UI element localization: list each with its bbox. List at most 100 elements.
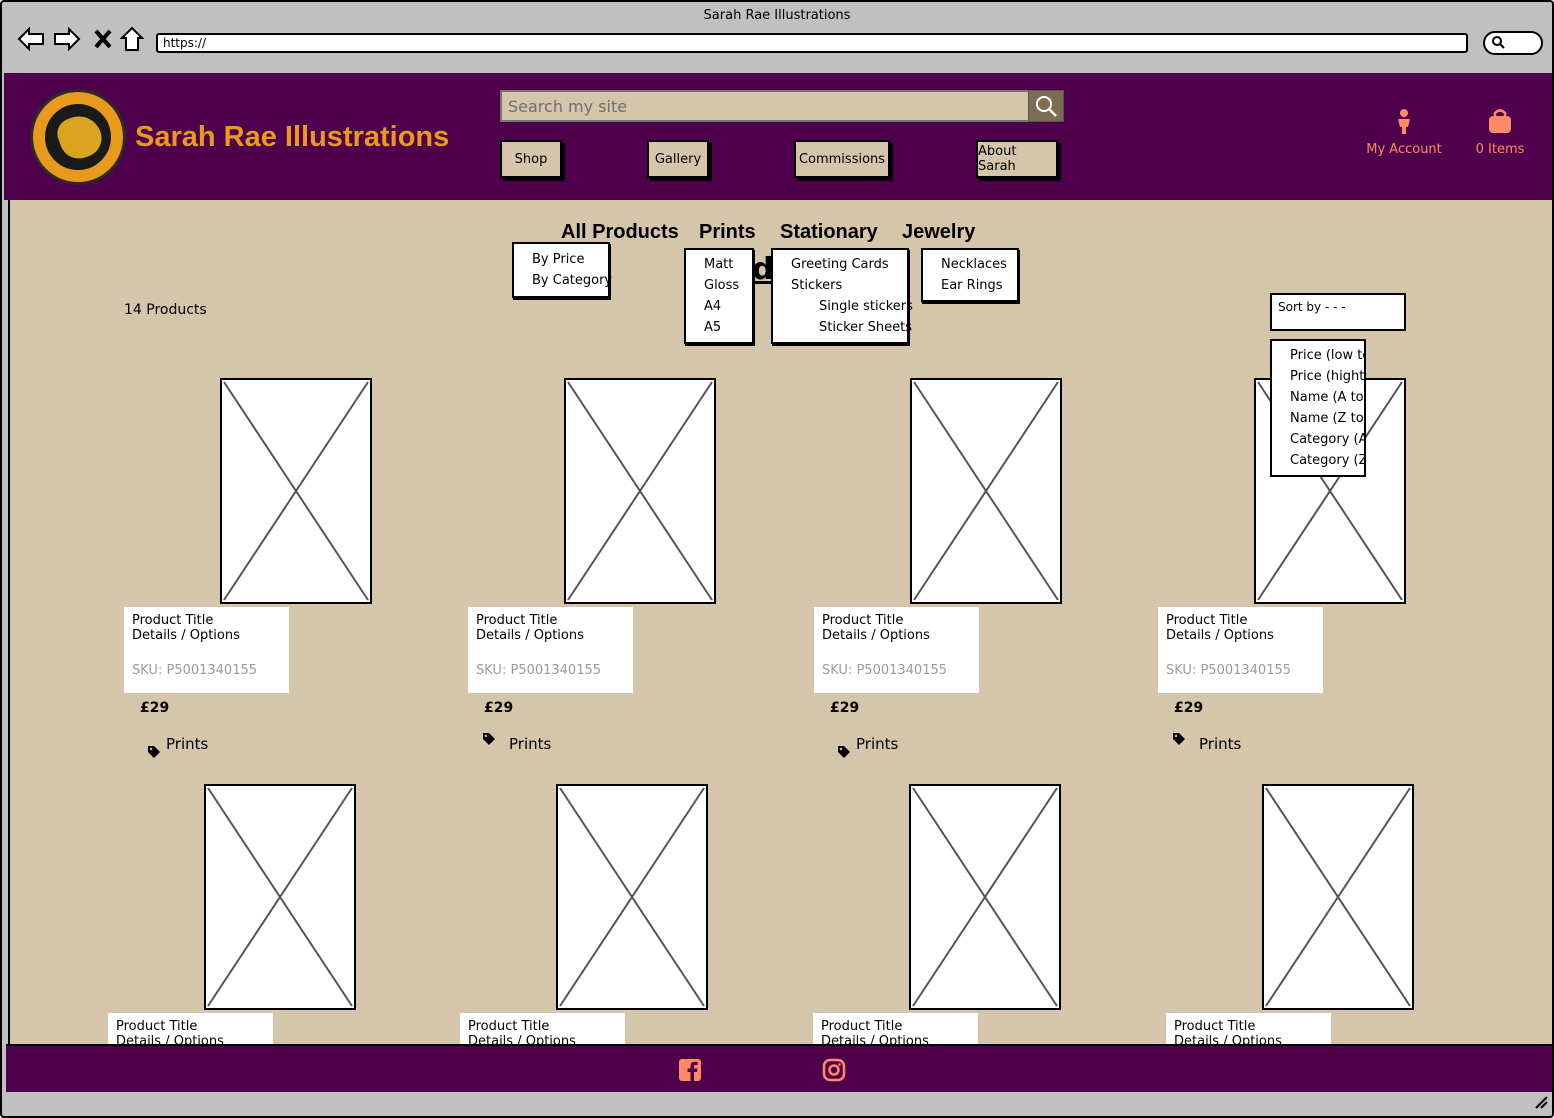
product-title: Product Title: [132, 613, 214, 628]
url-bar[interactable]: https://: [156, 33, 1468, 53]
product-image-placeholder[interactable]: [909, 784, 1061, 1010]
product-card-info[interactable]: Product Title Details / Options SKU: P50…: [124, 607, 289, 693]
product-card-info[interactable]: Product Title Details / Options SKU: P50…: [814, 607, 979, 693]
menu-item-necklaces[interactable]: Necklaces: [941, 254, 1017, 275]
nav-gallery-button[interactable]: Gallery: [647, 140, 709, 178]
search-icon: [1036, 96, 1057, 117]
product-tag-link[interactable]: Prints: [509, 735, 551, 753]
product-title: Product Title: [468, 1019, 550, 1034]
close-icon[interactable]: [88, 24, 118, 54]
browser-window: Sarah Rae Illustrations https:// Sarah R…: [0, 0, 1554, 1118]
shopping-bag-icon: [1489, 109, 1511, 133]
product-image-placeholder[interactable]: [220, 378, 372, 604]
product-image-placeholder[interactable]: [564, 378, 716, 604]
product-card-info[interactable]: Product Title Details / Options SKU: P50…: [1158, 607, 1323, 693]
menu-item-a4[interactable]: A4: [704, 296, 752, 317]
menu-item-gloss[interactable]: Gloss: [704, 275, 752, 296]
facebook-icon[interactable]: [678, 1058, 702, 1082]
tag-icon: [838, 746, 850, 758]
window-title: Sarah Rae Illustrations: [703, 8, 851, 23]
product-card-info[interactable]: Product Title Details / Options: [108, 1013, 273, 1044]
browser-search-field[interactable]: [1483, 31, 1543, 55]
product-price: £29: [140, 700, 170, 716]
product-image-placeholder[interactable]: [204, 784, 356, 1010]
menu-item-stickers[interactable]: Stickers: [791, 275, 907, 296]
site-search-input[interactable]: Search my site: [500, 90, 1030, 122]
sort-option-name-az[interactable]: Name (A to: [1290, 387, 1364, 408]
product-sku: SKU: P5001340155: [132, 663, 258, 678]
resize-grip-icon[interactable]: [1534, 1095, 1548, 1112]
product-count: 14 Products: [124, 302, 207, 318]
product-sku: SKU: P5001340155: [822, 663, 948, 678]
category-stationary[interactable]: Stationary: [780, 221, 878, 244]
product-title: Product Title: [116, 1019, 198, 1034]
shop-content: All Products Prints Stationary Jewelry d…: [8, 200, 1552, 1044]
stationary-menu: Greeting Cards Stickers Single stickers …: [771, 248, 913, 344]
product-image-placeholder[interactable]: [556, 784, 708, 1010]
sort-option-price-high[interactable]: Price (hight: [1290, 366, 1364, 387]
product-tag-link[interactable]: Prints: [1199, 735, 1241, 753]
sort-options-list: Price (low to Price (hight Name (A to Na…: [1270, 339, 1366, 477]
product-details: Details / Options: [116, 1034, 224, 1044]
site-title[interactable]: Sarah Rae Illustrations: [135, 121, 449, 154]
product-tag-link[interactable]: Prints: [856, 735, 898, 753]
menu-item-a5[interactable]: A5: [704, 317, 752, 338]
person-icon: [1398, 109, 1410, 134]
sort-option-category-za[interactable]: Category (Z: [1290, 450, 1364, 471]
my-account-link[interactable]: My Account: [1366, 108, 1442, 157]
category-all-products[interactable]: All Products: [561, 221, 679, 244]
product-title: Product Title: [476, 613, 558, 628]
product-title: Product Title: [1166, 613, 1248, 628]
category-prints[interactable]: Prints: [699, 221, 756, 244]
instagram-icon[interactable]: [822, 1058, 846, 1082]
menu-item-by-category[interactable]: By Category: [532, 270, 612, 291]
forward-arrow-icon[interactable]: [52, 24, 82, 54]
product-card-info[interactable]: Product Title Details / Options SKU: P50…: [468, 607, 633, 693]
product-details: Details / Options: [1166, 628, 1274, 643]
sort-option-price-low[interactable]: Price (low to: [1290, 345, 1364, 366]
category-jewelry[interactable]: Jewelry: [902, 221, 975, 244]
cart-link[interactable]: 0 Items: [1470, 108, 1530, 157]
product-card-info[interactable]: Product Title Details / Options: [460, 1013, 625, 1044]
menu-item-sticker-sheets[interactable]: Sticker Sheets: [791, 317, 912, 338]
nav-shop-button[interactable]: Shop: [500, 140, 562, 178]
product-price: £29: [484, 700, 514, 716]
menu-item-single-stickers[interactable]: Single stickers: [791, 296, 913, 317]
product-image-placeholder[interactable]: [1262, 784, 1414, 1010]
all-products-menu: By Price By Category: [512, 242, 612, 298]
product-sku: SKU: P5001340155: [476, 663, 602, 678]
menu-item-matt[interactable]: Matt: [704, 254, 752, 275]
search-icon: [1492, 36, 1505, 49]
site-logo[interactable]: [30, 89, 126, 185]
product-details: Details / Options: [476, 628, 584, 643]
sort-option-category-az[interactable]: Category (A: [1290, 429, 1364, 450]
product-title: Product Title: [1174, 1019, 1256, 1034]
sort-option-name-za[interactable]: Name (Z to: [1290, 408, 1364, 429]
product-title: Product Title: [822, 613, 904, 628]
product-image-placeholder[interactable]: [910, 378, 1062, 604]
site-search-button[interactable]: [1028, 90, 1064, 122]
product-card-info[interactable]: Product Title Details / Options: [1166, 1013, 1331, 1044]
menu-item-greeting-cards[interactable]: Greeting Cards: [791, 254, 907, 275]
product-sku: SKU: P5001340155: [1166, 663, 1292, 678]
back-arrow-icon[interactable]: [16, 24, 46, 54]
jewelry-menu: Necklaces Ear Rings: [921, 248, 1019, 302]
tag-icon: [1173, 733, 1185, 745]
home-icon[interactable]: [117, 24, 147, 54]
menu-item-ear-rings[interactable]: Ear Rings: [941, 275, 1017, 296]
product-title: Product Title: [821, 1019, 903, 1034]
product-price: £29: [830, 700, 860, 716]
nav-about-button[interactable]: About Sarah: [976, 140, 1058, 178]
product-card-info[interactable]: Product Title Details / Options: [813, 1013, 978, 1044]
product-details: Details / Options: [1174, 1034, 1282, 1044]
nav-commissions-button[interactable]: Commissions: [794, 140, 890, 178]
site-footer: [6, 1044, 1552, 1092]
product-tag-link[interactable]: Prints: [166, 735, 208, 753]
cart-label: 0 Items: [1475, 142, 1525, 157]
site-header: Sarah Rae Illustrations Search my site S…: [4, 73, 1552, 200]
my-account-label: My Account: [1366, 142, 1442, 157]
tag-icon: [483, 733, 495, 745]
sort-select[interactable]: Sort by - - -: [1270, 293, 1406, 331]
menu-item-by-price[interactable]: By Price: [532, 249, 608, 270]
product-details: Details / Options: [468, 1034, 576, 1044]
